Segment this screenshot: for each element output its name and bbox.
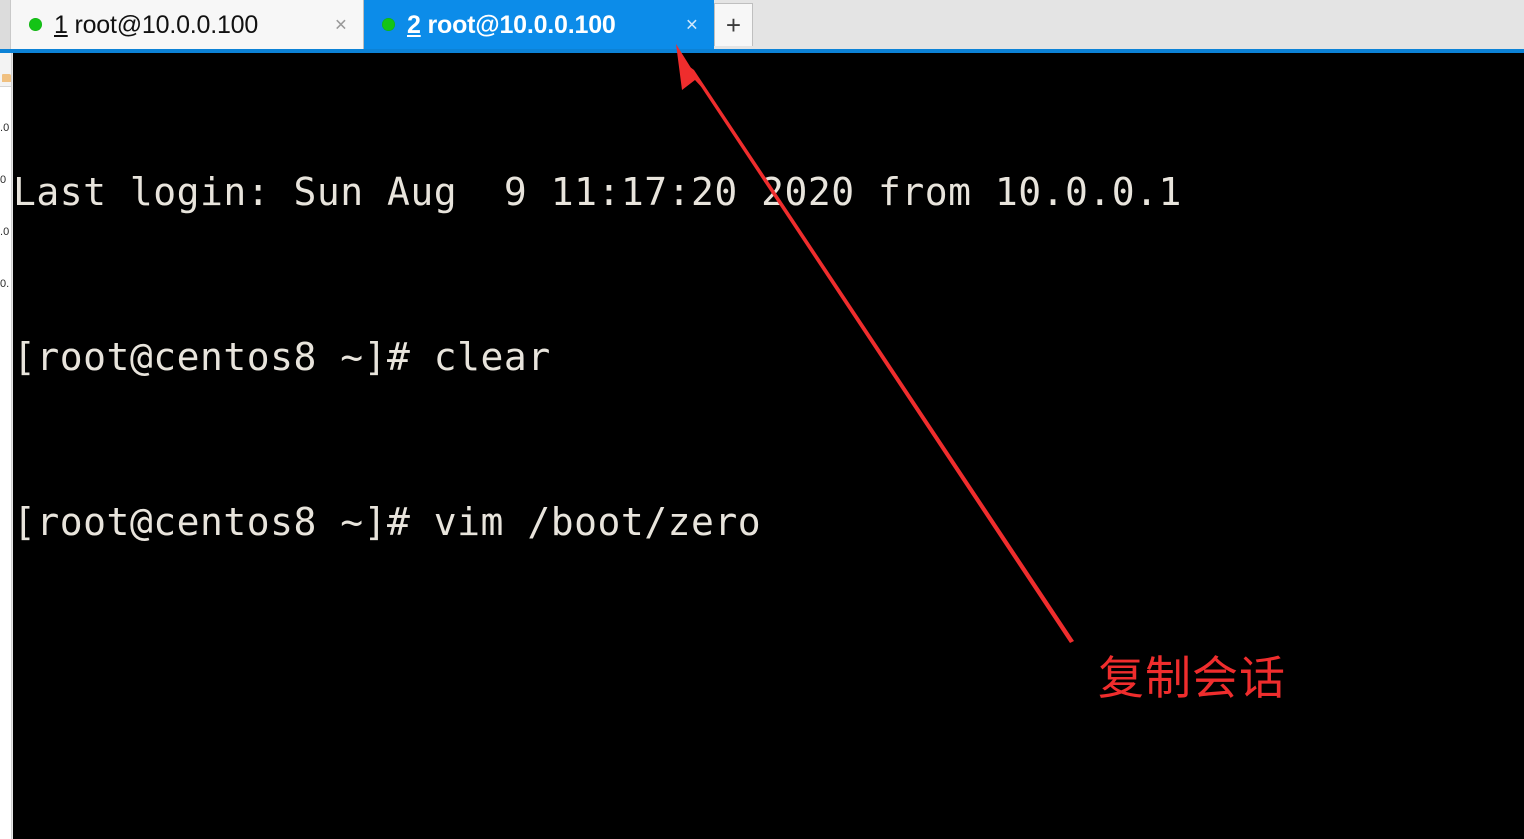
tab-close-icon-2[interactable]: × xyxy=(686,14,698,35)
tab-host-2: root@10.0.0.100 xyxy=(427,10,616,39)
connection-status-dot-icon xyxy=(382,18,395,31)
folder-icon xyxy=(2,74,11,82)
tab-mnemonic-2: 2 xyxy=(407,10,421,39)
terminal-line: Last login: Sun Aug 9 11:17:20 2020 from… xyxy=(13,170,1182,214)
tab-session-2[interactable]: 2 root@10.0.0.100 × xyxy=(364,0,714,49)
terminal-line: [root@centos8 ~]# clear xyxy=(13,335,551,379)
terminal-screen[interactable]: Last login: Sun Aug 9 11:17:20 2020 from… xyxy=(13,53,1524,839)
tab-mnemonic-1: 1 xyxy=(54,10,68,39)
new-tab-button[interactable]: + xyxy=(714,3,753,46)
tab-host-1: root@10.0.0.100 xyxy=(74,10,259,39)
session-panel-header xyxy=(0,53,11,87)
connection-status-dot-icon xyxy=(29,18,42,31)
tab-close-icon-1[interactable]: × xyxy=(335,14,347,35)
session-list-item[interactable]: 0. xyxy=(0,121,11,135)
session-panel-sliver[interactable]: 0. 0 0. .0 xyxy=(0,53,12,839)
terminal-line: [root@centos8 ~]# vim /boot/zero xyxy=(13,500,762,544)
terminal-app-window: 1 root@10.0.0.100 × 2 root@10.0.0.100 × … xyxy=(0,0,1524,839)
terminal-output: Last login: Sun Aug 9 11:17:20 2020 from… xyxy=(13,55,1524,660)
tab-label-session-1: 1 root@10.0.0.100 xyxy=(54,10,258,40)
tab-label-session-2: 2 root@10.0.0.100 xyxy=(407,10,616,40)
tab-bar-empty-area xyxy=(753,0,1524,49)
tab-bar: 1 root@10.0.0.100 × 2 root@10.0.0.100 × … xyxy=(0,0,1524,49)
tab-bar-left-padding xyxy=(0,0,11,49)
tab-session-1[interactable]: 1 root@10.0.0.100 × xyxy=(11,0,364,49)
session-list-item[interactable]: 0 xyxy=(0,173,11,187)
session-list-item[interactable]: .0 xyxy=(0,277,11,291)
session-list-item[interactable]: 0. xyxy=(0,225,11,239)
